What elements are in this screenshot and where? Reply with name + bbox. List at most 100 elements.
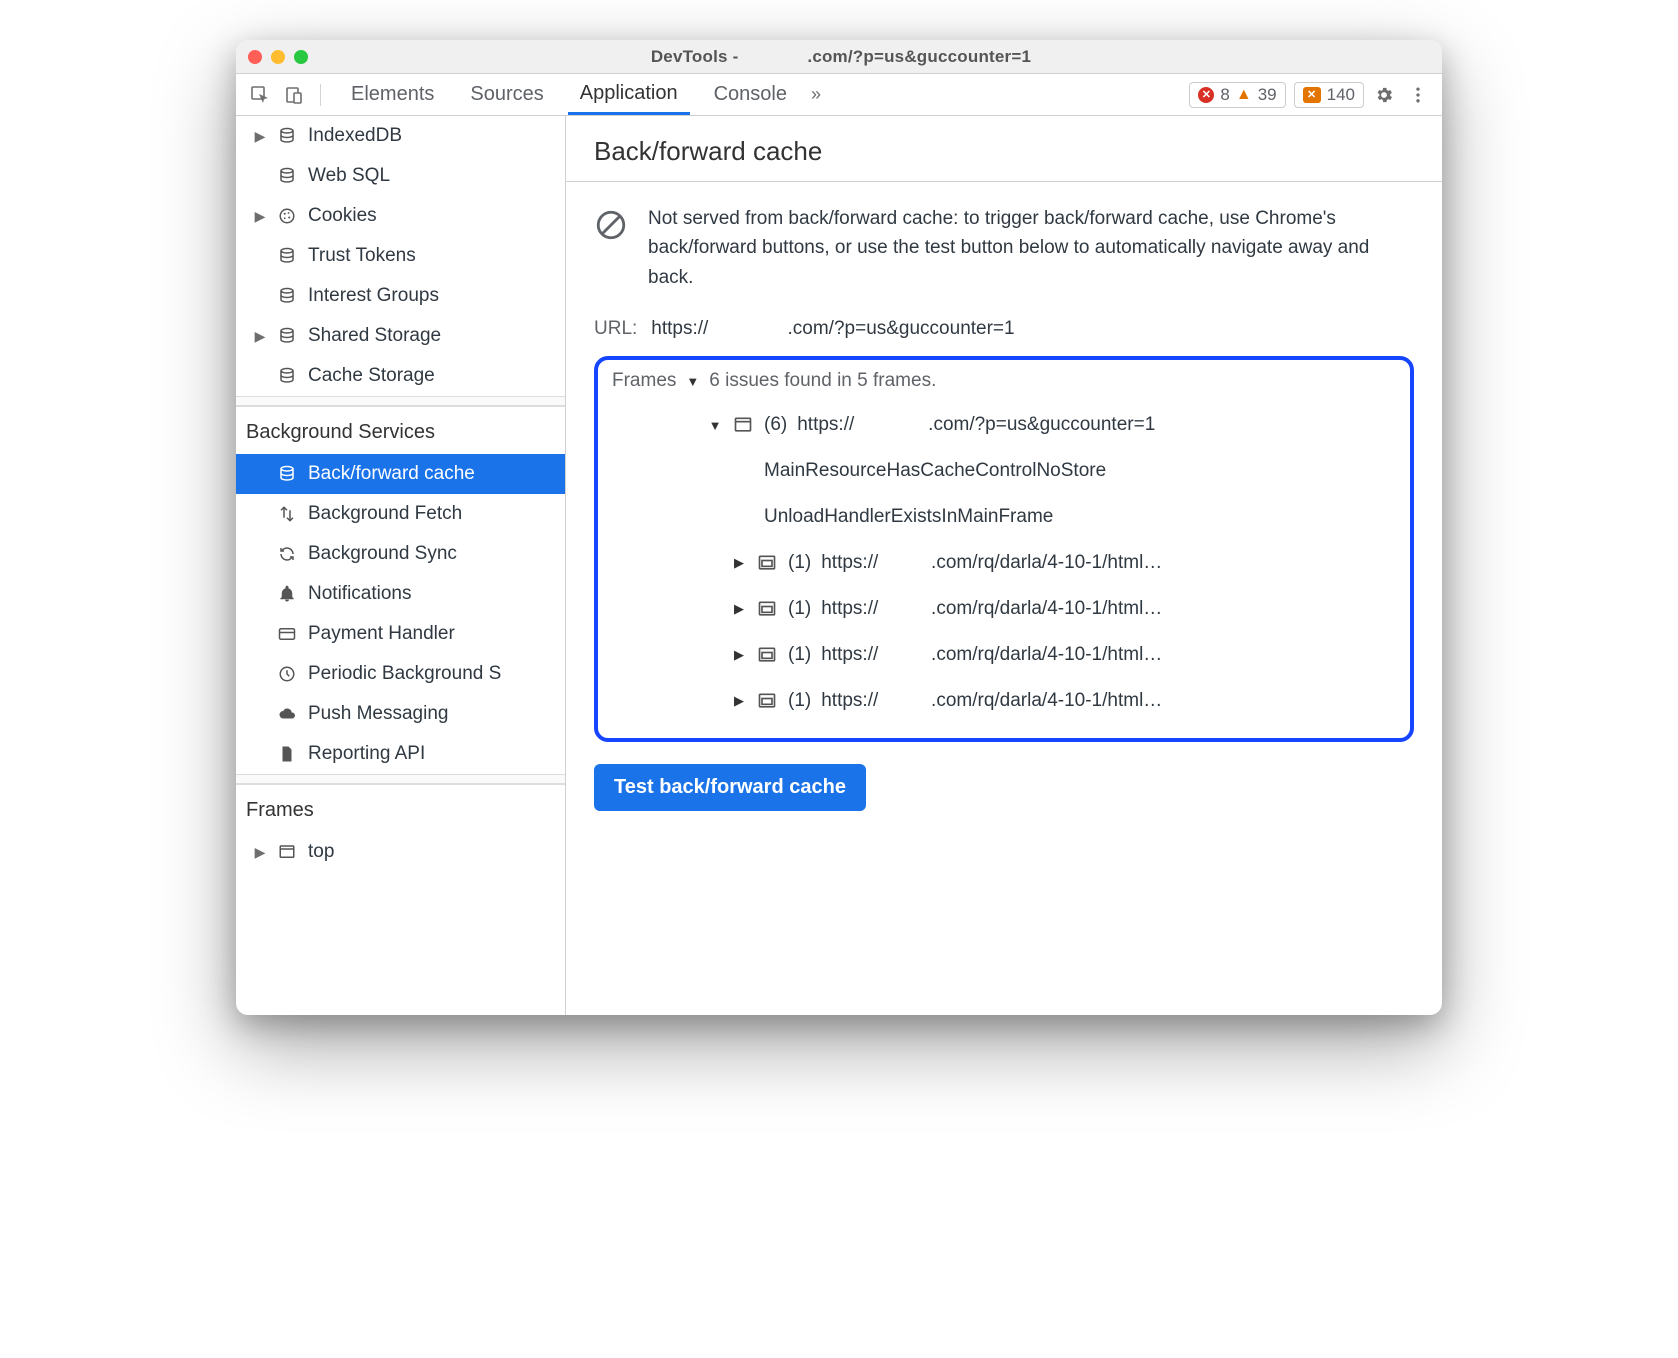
bell-icon bbox=[276, 585, 298, 603]
sidebar-item-cookies[interactable]: ▶ Cookies bbox=[236, 196, 565, 236]
sidebar-item-label: Background Fetch bbox=[308, 503, 462, 525]
sidebar-item-websql[interactable]: Web SQL bbox=[236, 156, 565, 196]
database-icon bbox=[276, 167, 298, 185]
sidebar-item-notifications[interactable]: Notifications bbox=[236, 574, 565, 614]
frames-summary-text: 6 issues found in 5 frames. bbox=[709, 370, 936, 392]
sidebar-item-background-fetch[interactable]: Background Fetch bbox=[236, 494, 565, 534]
test-bfcache-button[interactable]: Test back/forward cache bbox=[594, 764, 866, 811]
expand-arrow-icon: ▶ bbox=[254, 844, 266, 861]
window-icon bbox=[276, 843, 298, 861]
frame-url: https:// .com/rq/darla/4-10-1/html… bbox=[821, 598, 1162, 620]
sidebar-item-push-messaging[interactable]: Push Messaging bbox=[236, 694, 565, 734]
iframe-icon bbox=[756, 691, 778, 711]
database-icon bbox=[276, 127, 298, 145]
panel-body: ▶ IndexedDB Web SQL ▶ Cookies Trust Toke… bbox=[236, 116, 1442, 1015]
collapse-caret-icon: ▼ bbox=[686, 374, 699, 389]
iframe-icon bbox=[756, 645, 778, 665]
frame-reason[interactable]: MainResourceHasCacheControlNoStore bbox=[612, 448, 1396, 494]
sidebar-separator bbox=[236, 396, 565, 406]
frames-label: Frames bbox=[612, 370, 676, 392]
toolbar-separator bbox=[320, 84, 321, 106]
database-icon bbox=[276, 247, 298, 265]
frame-row[interactable]: ▶ (1) https:// .com/rq/darla/4-10-1/html… bbox=[612, 632, 1396, 678]
database-icon bbox=[276, 287, 298, 305]
settings-button[interactable] bbox=[1370, 81, 1398, 109]
devtools-window: DevTools - .com/?p=us&guccounter=1 Eleme… bbox=[236, 40, 1442, 1015]
zoom-window-button[interactable] bbox=[294, 50, 308, 64]
tab-sources[interactable]: Sources bbox=[458, 74, 555, 115]
warning-icon: ▲ bbox=[1236, 86, 1252, 104]
frame-row[interactable]: ▶ (1) https:// .com/rq/darla/4-10-1/html… bbox=[612, 540, 1396, 586]
file-icon bbox=[276, 745, 298, 763]
database-icon bbox=[276, 327, 298, 345]
errors-warnings-badge[interactable]: ✕ 8 ▲ 39 bbox=[1189, 82, 1285, 108]
sidebar-item-cache-storage[interactable]: Cache Storage bbox=[236, 356, 565, 396]
cookie-icon bbox=[276, 207, 298, 225]
inspect-element-icon[interactable] bbox=[246, 81, 274, 109]
frame-reason-text: UnloadHandlerExistsInMainFrame bbox=[764, 506, 1053, 528]
sidebar-item-frame-top[interactable]: ▶ top bbox=[236, 832, 565, 872]
error-count: 8 bbox=[1220, 85, 1229, 105]
sidebar-item-reporting-api[interactable]: Reporting API bbox=[236, 734, 565, 774]
message-icon: ✕ bbox=[1303, 87, 1321, 103]
sidebar-item-label: Interest Groups bbox=[308, 285, 439, 307]
sidebar-item-label: Cookies bbox=[308, 205, 377, 227]
tab-elements[interactable]: Elements bbox=[339, 74, 446, 115]
frame-issue-count: (1) bbox=[788, 552, 811, 574]
sidebar-item-interest-groups[interactable]: Interest Groups bbox=[236, 276, 565, 316]
frame-row-root[interactable]: ▼ (6) https:// .com/?p=us&guccounter=1 bbox=[612, 402, 1396, 448]
frame-row[interactable]: ▶ (1) https:// .com/rq/darla/4-10-1/html… bbox=[612, 678, 1396, 724]
frame-url: https:// .com/rq/darla/4-10-1/html… bbox=[821, 644, 1162, 666]
not-allowed-icon bbox=[594, 208, 628, 242]
frame-reason-text: MainResourceHasCacheControlNoStore bbox=[764, 460, 1106, 482]
titlebar: DevTools - .com/?p=us&guccounter=1 bbox=[236, 40, 1442, 74]
sidebar-item-label: Web SQL bbox=[308, 165, 390, 187]
window-title: DevTools - .com/?p=us&guccounter=1 bbox=[308, 47, 1374, 67]
collapse-caret-icon: ▼ bbox=[708, 418, 722, 433]
url-row: URL: https:// .com/?p=us&guccounter=1 bbox=[594, 318, 1414, 340]
sidebar-item-payment-handler[interactable]: Payment Handler bbox=[236, 614, 565, 654]
sidebar-item-background-sync[interactable]: Background Sync bbox=[236, 534, 565, 574]
panel-tabs: Elements Sources Application Console bbox=[339, 74, 799, 115]
sidebar-item-label: Cache Storage bbox=[308, 365, 435, 387]
sidebar-item-indexeddb[interactable]: ▶ IndexedDB bbox=[236, 116, 565, 156]
url-label: URL: bbox=[594, 318, 637, 340]
sidebar-item-label: Background Sync bbox=[308, 543, 457, 565]
sidebar-item-trust-tokens[interactable]: Trust Tokens bbox=[236, 236, 565, 276]
expand-caret-icon: ▶ bbox=[732, 601, 746, 617]
window-icon bbox=[732, 415, 754, 435]
bfcache-panel: Back/forward cache Not served from back/… bbox=[566, 116, 1442, 1015]
sidebar-item-label: Reporting API bbox=[308, 743, 425, 765]
frame-issue-count: (1) bbox=[788, 644, 811, 666]
sidebar-item-label: top bbox=[308, 841, 334, 863]
close-window-button[interactable] bbox=[248, 50, 262, 64]
iframe-icon bbox=[756, 553, 778, 573]
sidebar-section-background-services: Background Services bbox=[236, 406, 565, 454]
frames-summary-row[interactable]: Frames ▼ 6 issues found in 5 frames. bbox=[612, 370, 1396, 392]
expand-arrow-icon: ▶ bbox=[254, 208, 266, 225]
frame-url: https:// .com/?p=us&guccounter=1 bbox=[797, 414, 1155, 436]
minimize-window-button[interactable] bbox=[271, 50, 285, 64]
more-button[interactable] bbox=[1404, 81, 1432, 109]
frame-issue-count: (1) bbox=[788, 598, 811, 620]
message-count: 140 bbox=[1327, 85, 1355, 105]
frame-issue-count: (1) bbox=[788, 690, 811, 712]
tab-application[interactable]: Application bbox=[568, 74, 690, 115]
page-title: Back/forward cache bbox=[566, 116, 1442, 182]
tab-console[interactable]: Console bbox=[702, 74, 799, 115]
expand-arrow-icon: ▶ bbox=[254, 128, 266, 145]
sidebar-item-bfcache[interactable]: Back/forward cache bbox=[236, 454, 565, 494]
frame-url: https:// .com/rq/darla/4-10-1/html… bbox=[821, 552, 1162, 574]
frame-reason[interactable]: UnloadHandlerExistsInMainFrame bbox=[612, 494, 1396, 540]
messages-badge[interactable]: ✕ 140 bbox=[1294, 82, 1364, 108]
error-icon: ✕ bbox=[1198, 87, 1214, 103]
sidebar-item-shared-storage[interactable]: ▶ Shared Storage bbox=[236, 316, 565, 356]
frame-row[interactable]: ▶ (1) https:// .com/rq/darla/4-10-1/html… bbox=[612, 586, 1396, 632]
sidebar-separator bbox=[236, 774, 565, 784]
expand-caret-icon: ▶ bbox=[732, 693, 746, 709]
credit-card-icon bbox=[276, 625, 298, 643]
device-toggle-icon[interactable] bbox=[280, 81, 308, 109]
tabs-overflow-button[interactable]: » bbox=[805, 84, 827, 105]
sidebar-item-periodic-sync[interactable]: Periodic Background S bbox=[236, 654, 565, 694]
clock-icon bbox=[276, 665, 298, 683]
